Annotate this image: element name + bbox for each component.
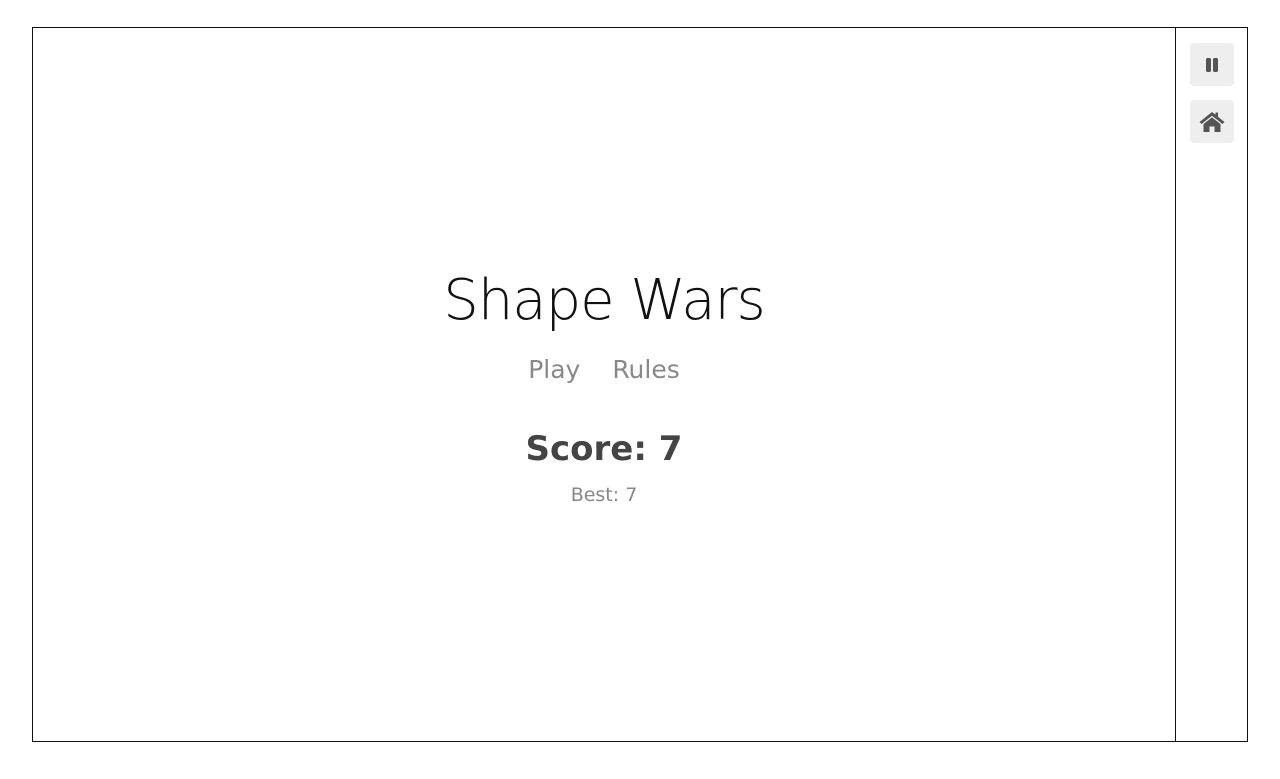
rules-button[interactable]: Rules — [612, 355, 679, 384]
game-title: Shape Wars — [443, 268, 765, 333]
home-button[interactable] — [1190, 100, 1234, 143]
home-icon — [1199, 111, 1225, 132]
pause-button[interactable] — [1190, 43, 1234, 86]
game-frame: Shape Wars Play Rules Score: 7 Best: 7 — [32, 27, 1248, 742]
score-display: Score: 7 — [525, 429, 683, 469]
play-button[interactable]: Play — [528, 355, 580, 384]
pause-icon — [1206, 57, 1218, 72]
game-area[interactable]: Shape Wars Play Rules Score: 7 Best: 7 — [33, 28, 1175, 741]
best-score-display: Best: 7 — [570, 484, 638, 506]
main-menu: Play Rules — [33, 355, 1175, 384]
sidebar — [1175, 28, 1247, 741]
